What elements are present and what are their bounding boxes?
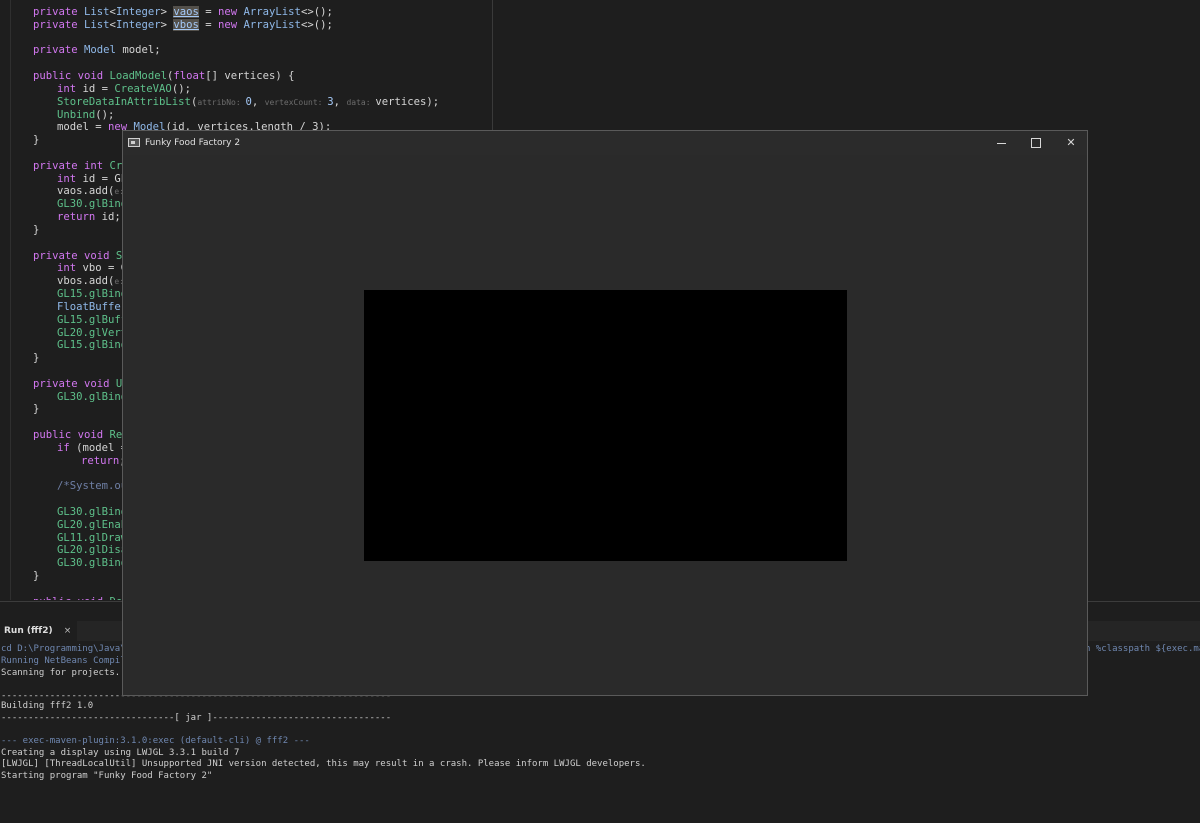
code-token: attribNo: [197,97,246,107]
code-token: vertexCount: [264,97,328,107]
output-line-overflow: h %classpath ${exec.ma [1085,644,1200,654]
code-token: vaos.add( [57,185,115,198]
code-line: return id; [33,211,121,224]
code-token: int [57,262,83,275]
maximize-button[interactable] [1018,131,1054,155]
output-line: --- exec-maven-plugin:3.1.0:exec (defaul… [1,736,310,746]
code-token: public void [33,429,110,442]
code-token: private void [33,377,116,390]
code-token: List [84,18,110,31]
code-token: ArrayList [243,18,301,31]
code-token: List [84,6,110,18]
window-titlebar[interactable]: Funky Food Factory 2 ✕ [123,131,1087,155]
output-line: [LWJGL] [ThreadLocalUtil] Unsupported JN… [1,759,646,769]
output-line: Starting program "Funky Food Factory 2" [1,771,213,781]
code-token: private void [33,249,116,262]
code-token: , [333,95,347,108]
code-token: Unbind [57,108,96,121]
code-token: > [160,6,174,18]
code-token: public void [33,596,110,600]
code-token: int [57,172,83,185]
close-button[interactable]: ✕ [1053,131,1089,155]
code-token: data: [346,97,376,107]
app-window-icon [128,138,140,147]
code-token: <>(); [300,18,333,31]
code-token: } [33,403,40,416]
code-token: LoadModel [109,70,167,83]
code-line: } [33,570,39,583]
code-token: private [33,44,85,57]
code-token: = [198,6,219,18]
code-token: (); [95,108,115,121]
code-token: id = [82,82,115,95]
close-icon[interactable]: × [64,626,72,636]
code-token: id; [101,211,121,224]
code-token: } [33,134,40,147]
minimize-button[interactable] [983,131,1019,155]
code-line: } [33,224,39,237]
code-line: } [33,134,39,147]
code-line: return; [33,455,126,468]
code-line: private Model model; [33,44,161,57]
code-token: float [173,70,206,83]
editor-gutter-line [10,0,11,600]
code-line: public void LoadModel(float[] vertices) … [33,70,295,83]
code-token: CreateVAO [114,82,172,95]
code-token: , [251,95,265,108]
code-token: return [57,211,102,224]
code-token: ArrayList [243,6,301,18]
code-token: vbos.add( [57,275,115,288]
output-line: Scanning for projects... [1,668,132,678]
code-token: new [218,6,244,18]
maximize-icon [1031,138,1041,148]
code-token: vbos [173,18,199,31]
code-token: int [57,82,83,95]
app-window[interactable]: Funky Food Factory 2 ✕ [122,130,1088,696]
code-token: } [33,570,40,583]
minimize-icon [996,142,1006,144]
code-token: new [218,18,244,31]
code-token: vertices); [375,95,440,108]
code-token: StoreDataInAttribList [57,95,191,108]
code-line: StoreDataInAttribList(attribNo: 0, verte… [33,96,439,109]
code-token: public void [33,70,110,83]
code-line: Unbind(); [33,109,114,122]
code-token: } [33,223,40,236]
code-line: } [33,352,39,365]
output-line: Building fff2 1.0 [1,701,94,711]
editor-margin-line [492,0,493,130]
render-canvas[interactable] [364,290,847,561]
code-token: (); [171,82,191,95]
close-icon: ✕ [1066,136,1076,149]
tab-run-fff2[interactable]: Run (fff2) × [0,621,78,641]
code-token: private [33,18,85,31]
tab-label: Run (fff2) [4,626,53,636]
code-token: } [33,352,40,365]
code-token: vaos [173,6,199,18]
code-token: return [81,454,120,467]
code-line: private List<Integer> vaos = new ArrayLi… [33,6,333,19]
window-title: Funky Food Factory 2 [145,138,241,148]
code-token: if [57,441,77,454]
code-line: int id = CreateVAO(); [33,83,191,96]
code-token: Model [84,44,123,57]
code-token: <>(); [300,6,333,18]
code-line: private List<Integer> vbos = new ArrayLi… [33,18,333,32]
code-line: } [33,403,39,416]
code-token: > [160,18,174,31]
code-token: model; [122,44,161,57]
code-token: Integer [115,6,161,18]
code-token: Integer [115,18,161,31]
output-line: --------------------------------[ jar ]-… [1,713,392,723]
code-token: private [33,6,85,18]
code-token: model = [57,121,109,134]
code-token: [] vertices) { [205,70,295,83]
code-token: = [198,18,219,31]
code-token: private int [33,159,110,172]
